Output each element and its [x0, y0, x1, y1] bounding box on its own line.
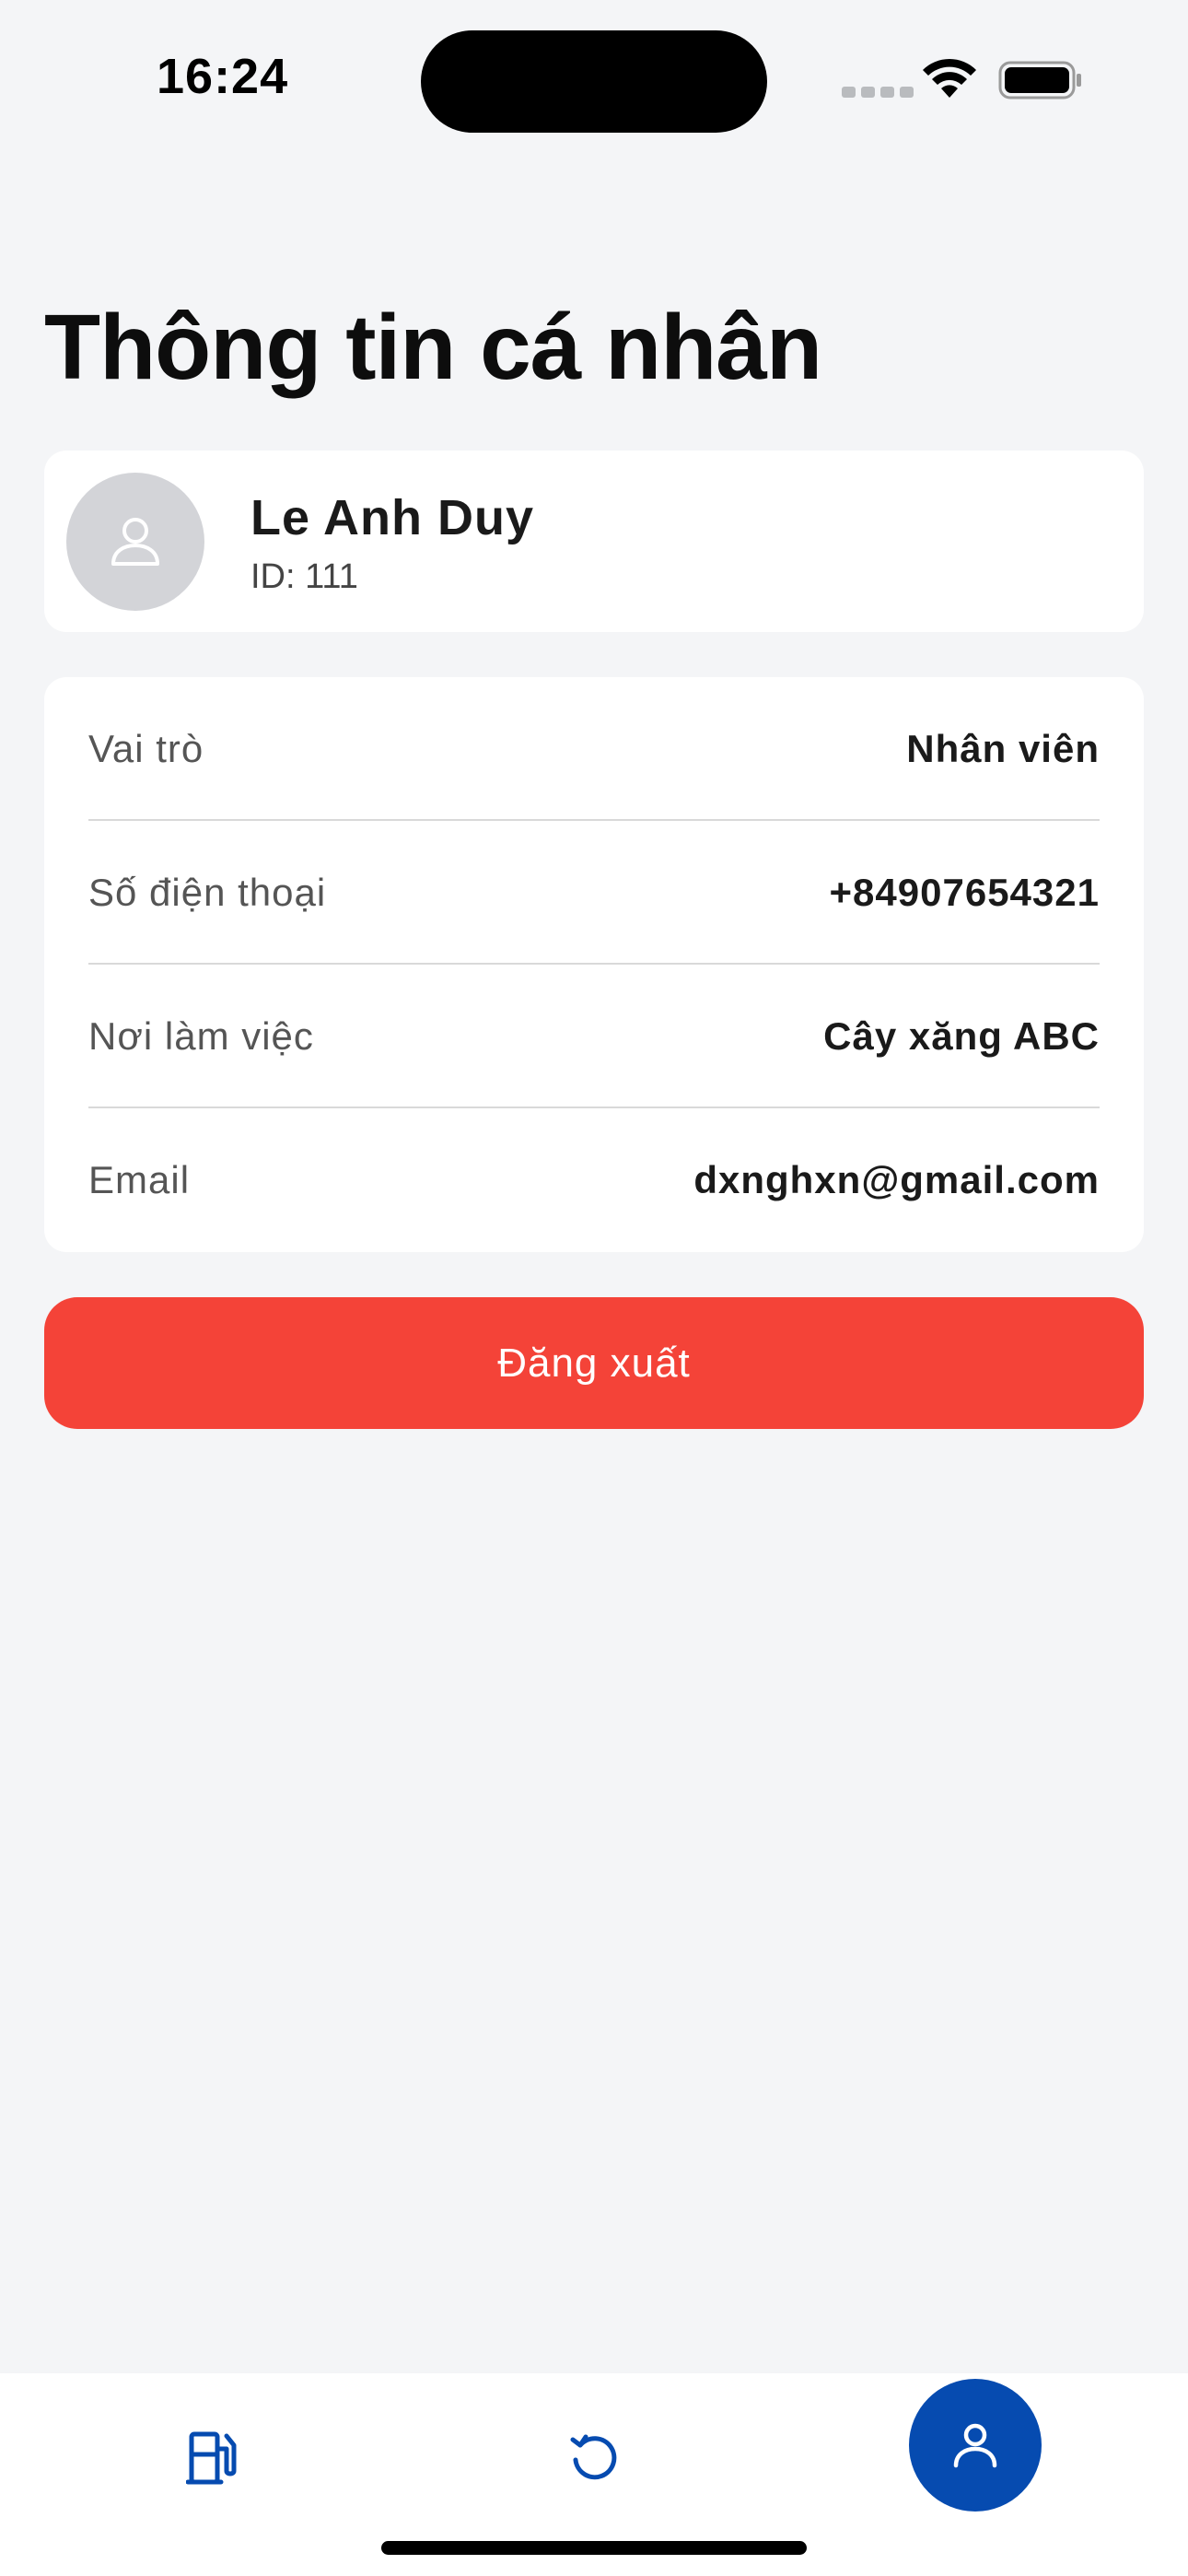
profile-id: ID: 111 [250, 557, 358, 596]
info-row-workplace: Nơi làm việc Cây xăng ABC [88, 965, 1100, 1108]
info-value: Nhân viên [906, 727, 1100, 770]
wifi-icon [923, 58, 976, 98]
page-title: Thông tin cá nhân [44, 296, 822, 399]
profile-card: Le Anh Duy ID: 111 [44, 451, 1144, 632]
info-label: Email [88, 1158, 191, 1201]
info-row-email: Email dxnghxn@gmail.com [88, 1108, 1100, 1252]
profile-name: Le Anh Duy [250, 490, 535, 545]
nav-item-profile[interactable] [909, 2379, 1042, 2512]
info-value: +84907654321 [829, 871, 1100, 914]
info-label: Nơi làm việc [88, 1014, 314, 1058]
battery-icon [998, 61, 1081, 100]
person-icon [953, 2423, 997, 2468]
history-icon [570, 2434, 617, 2480]
status-bar: 16:24 [0, 0, 1188, 157]
info-value: dxnghxn@gmail.com [693, 1158, 1100, 1201]
avatar [66, 473, 204, 611]
info-label: Vai trò [88, 727, 204, 770]
dynamic-island [421, 30, 767, 133]
nav-item-fuel[interactable] [175, 2419, 252, 2497]
info-value: Cây xăng ABC [823, 1014, 1100, 1058]
status-time: 16:24 [157, 49, 289, 104]
cellular-signal-icon [842, 87, 914, 98]
fuel-pump-icon [186, 2431, 237, 2485]
info-card: Vai trò Nhân viên Số điện thoại +8490765… [44, 677, 1144, 1252]
home-indicator [381, 2541, 807, 2555]
logout-button[interactable]: Đăng xuất [44, 1297, 1144, 1429]
info-label: Số điện thoại [88, 871, 327, 914]
info-row-role: Vai trò Nhân viên [88, 677, 1100, 821]
nav-item-history[interactable] [556, 2419, 634, 2497]
info-row-phone: Số điện thoại +84907654321 [88, 821, 1100, 965]
person-icon [111, 518, 159, 566]
